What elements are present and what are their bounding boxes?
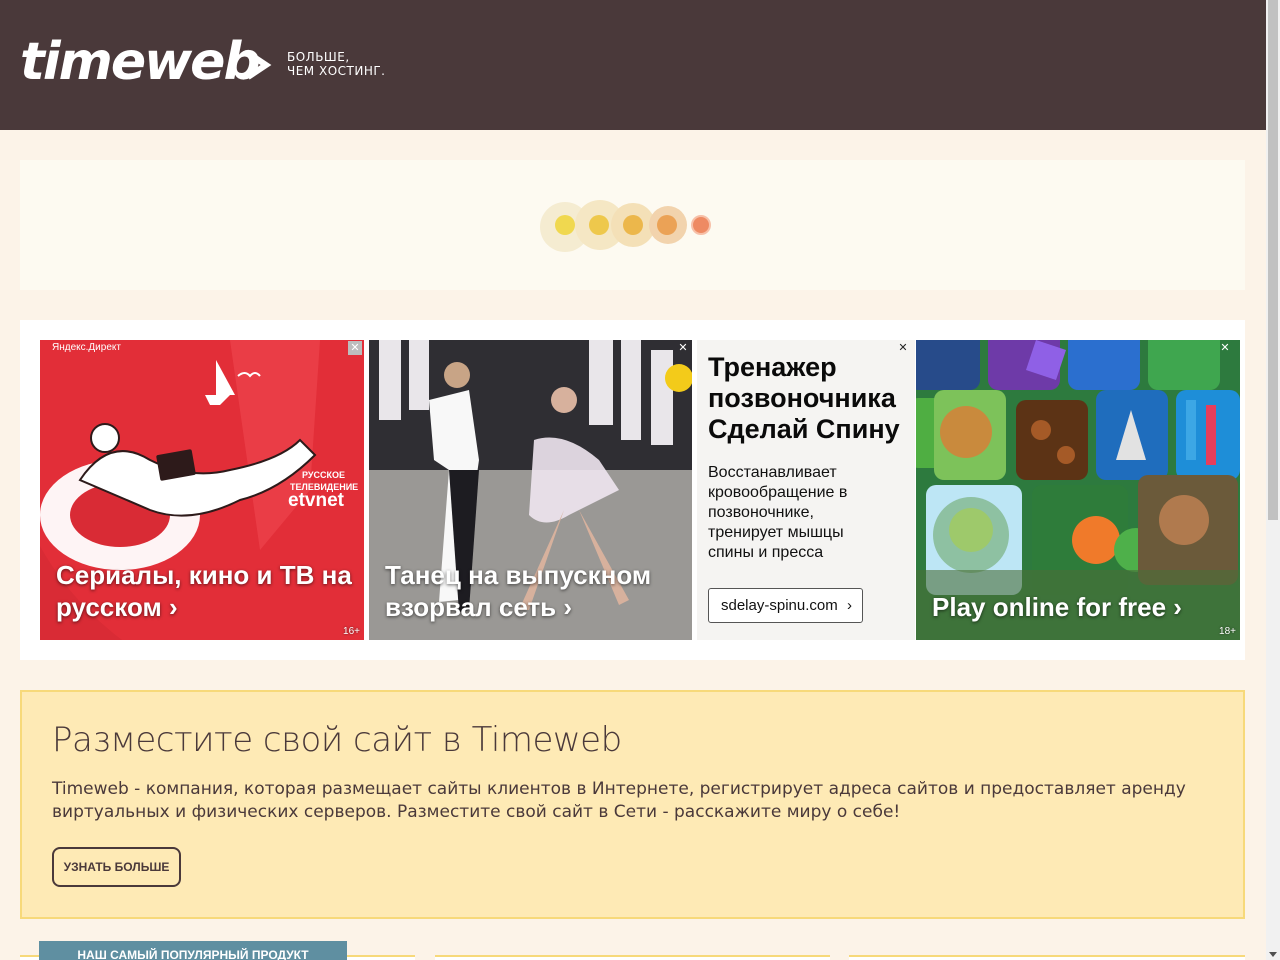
promo-description: Timeweb - компания, которая размещает са…	[52, 779, 1186, 822]
ad-card-tv[interactable]: Яндекс.Директ РУССКОЕ ТЕЛЕВИДЕНИЕ etvnet…	[40, 340, 364, 640]
tagline-line-1: БОЛЬШЕ,	[287, 50, 350, 64]
loader-dot-4	[657, 215, 677, 235]
ad-3-link-text: sdelay-spinu.com	[721, 597, 838, 614]
ad-1-title[interactable]: Сериалы, кино и ТВ на русском ›	[56, 559, 356, 623]
ad-card-games[interactable]: Play online for free › 18+ ✕	[916, 340, 1240, 640]
timeweb-logo[interactable]: timeweb	[20, 32, 272, 92]
ad-1-brand-line-1: РУССКОЕ	[302, 470, 345, 480]
yandex-direct-ad-block: Яндекс.Директ РУССКОЕ ТЕЛЕВИДЕНИЕ etvnet…	[20, 320, 1245, 660]
ad-1-brand-logo: etvnet	[288, 490, 344, 511]
loader-dot-3	[623, 215, 643, 235]
chevron-right-icon: ›	[847, 597, 852, 614]
popular-product-badge: НАШ САМЫЙ ПОПУЛЯРНЫЙ ПРОДУКТ	[39, 941, 347, 960]
ad-3-title[interactable]: Тренажер позвоночника Сделай Спину	[708, 352, 908, 445]
site-header: timeweb БОЛЬШЕ, ЧЕМ ХОСТИНГ.	[0, 0, 1266, 130]
promo-title: Разместите свой сайт в Timeweb	[52, 720, 622, 760]
ad-card-dance[interactable]: Танец на выпускном взорвал сеть › ✕	[369, 340, 692, 640]
ad-card-spine[interactable]: Тренажер позвоночника Сделай Спину Восст…	[697, 340, 915, 640]
ad-3-link-button[interactable]: sdelay-spinu.com ›	[708, 588, 863, 623]
loader-dot-2	[589, 215, 609, 235]
page-scrollbar[interactable]	[1266, 0, 1280, 960]
ad-3-body[interactable]: Восстанавливает кровообращение в позвоно…	[708, 463, 868, 563]
learn-more-button[interactable]: УЗНАТЬ БОЛЬШЕ	[52, 847, 181, 887]
ad-4-close-icon[interactable]: ✕	[1218, 341, 1232, 355]
logo-arrow-icon	[246, 50, 272, 80]
tagline-line-2: ЧЕМ ХОСТИНГ.	[287, 64, 386, 78]
product-card-3[interactable]	[849, 955, 1245, 960]
product-card-2[interactable]	[435, 955, 830, 960]
ad-loader-area	[20, 160, 1245, 290]
loader-dot-1	[555, 215, 575, 235]
loader-dot-5	[691, 215, 711, 235]
ad-1-age-rating: 16+	[343, 626, 360, 637]
ad-4-title[interactable]: Play online for free ›	[932, 591, 1232, 623]
ad-1-close-icon[interactable]: ✕	[348, 341, 362, 355]
ad-4-age-rating: 18+	[1219, 626, 1236, 637]
tagline: БОЛЬШЕ, ЧЕМ ХОСТИНГ.	[287, 50, 385, 78]
logo-text: timeweb	[20, 32, 261, 92]
scrollbar-thumb[interactable]	[1268, 0, 1278, 520]
ad-2-title[interactable]: Танец на выпускном взорвал сеть ›	[385, 559, 685, 623]
ad-network-label[interactable]: Яндекс.Директ	[52, 342, 121, 353]
hosting-promo: Разместите свой сайт в Timeweb Timeweb -…	[20, 690, 1245, 919]
ad-3-close-icon[interactable]: ✕	[896, 341, 910, 355]
scroll-down-arrow-icon[interactable]	[1269, 952, 1277, 957]
ad-2-close-icon[interactable]: ✕	[676, 341, 690, 355]
